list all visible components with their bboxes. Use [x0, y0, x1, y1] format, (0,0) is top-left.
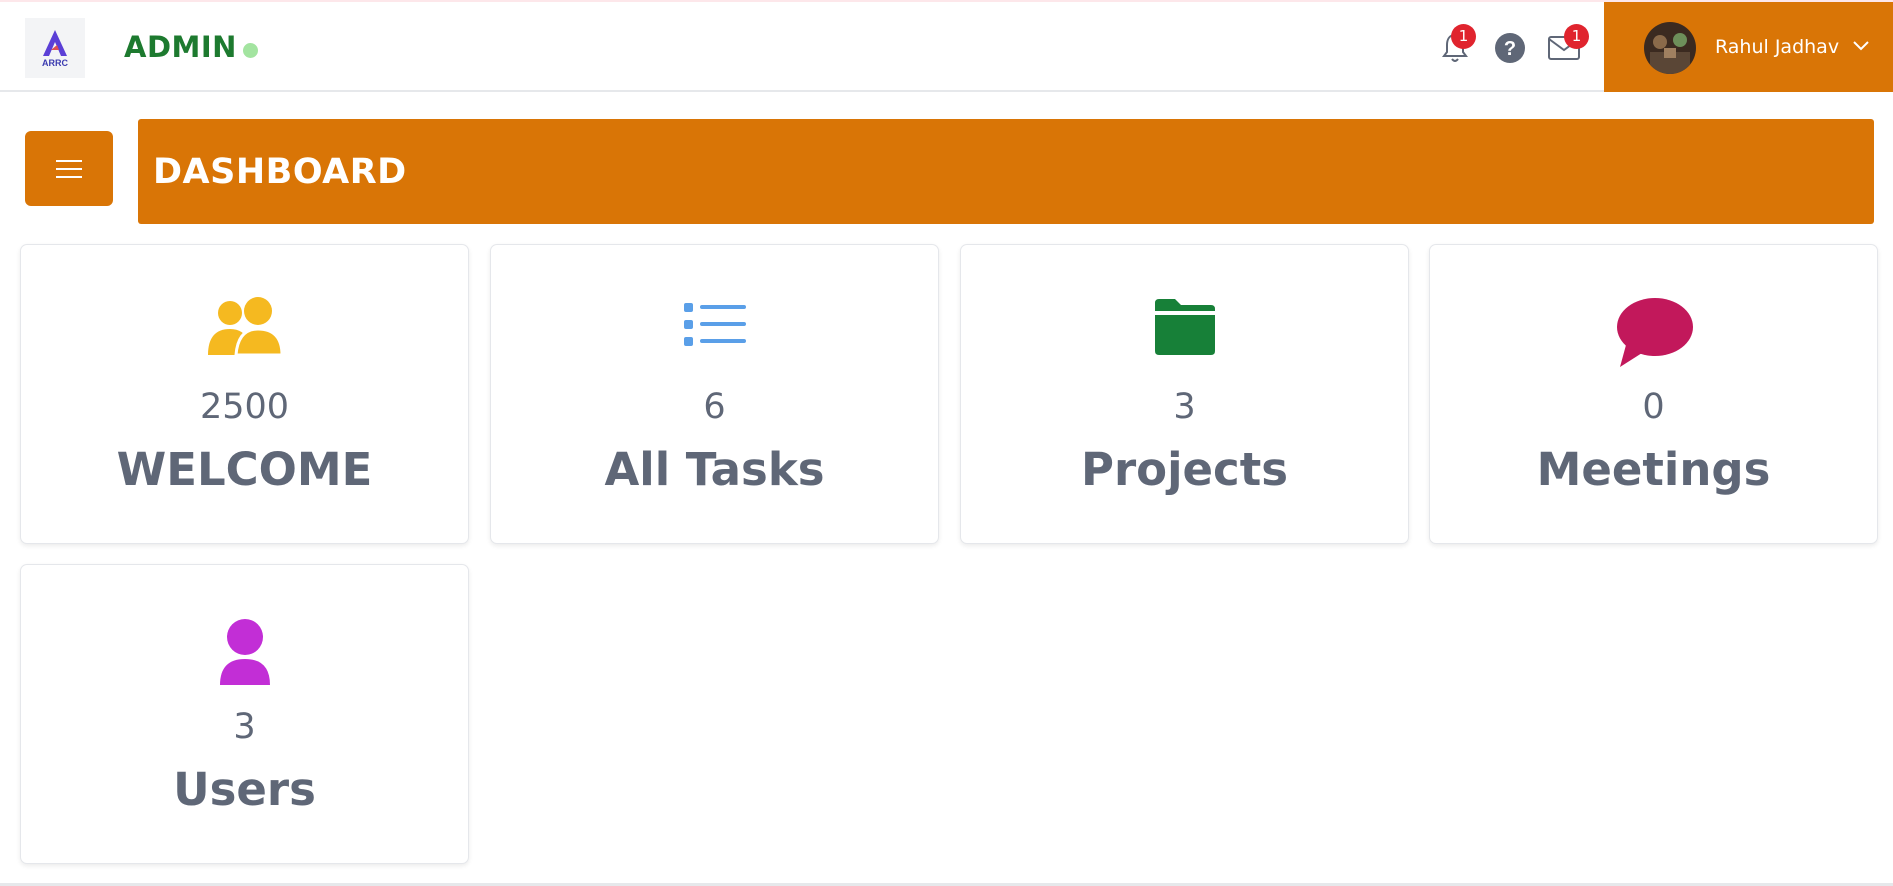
messages-badge: 1 — [1564, 24, 1589, 49]
logo-icon: ARRC — [42, 30, 68, 68]
hamburger-icon — [56, 159, 82, 178]
notifications-badge: 1 — [1451, 24, 1476, 49]
help-button[interactable]: ? — [1492, 30, 1528, 66]
card-label: All Tasks — [604, 443, 825, 496]
sidebar-toggle-button[interactable] — [25, 131, 113, 206]
notifications-button[interactable]: 1 — [1437, 24, 1476, 66]
projects-card[interactable]: 3 Projects — [960, 244, 1409, 544]
card-label: Projects — [1080, 443, 1288, 496]
welcome-card[interactable]: 2500 WELCOME — [20, 244, 469, 544]
folder-icon — [1154, 299, 1215, 355]
page-header: DASHBOARD — [138, 119, 1874, 224]
card-label: WELCOME — [116, 443, 373, 496]
user-icon — [219, 619, 270, 685]
card-count: 6 — [703, 387, 726, 427]
online-status-dot — [243, 43, 258, 58]
chat-bubble-icon — [1616, 298, 1693, 367]
users-icon — [207, 297, 284, 357]
help-glyph: ? — [1504, 38, 1516, 60]
chevron-down-icon — [1853, 41, 1869, 51]
card-count: 0 — [1642, 387, 1665, 427]
logo-text: ARRC — [42, 58, 68, 68]
brand-title: ADMIN — [124, 30, 237, 64]
user-name: Rahul Jadhav — [1715, 36, 1840, 58]
card-label: Meetings — [1536, 443, 1771, 496]
users-card[interactable]: 3 Users — [20, 564, 469, 864]
card-label: Users — [173, 763, 316, 816]
card-count: 2500 — [199, 387, 290, 427]
app-logo[interactable]: ARRC — [25, 18, 85, 78]
card-count: 3 — [233, 707, 256, 747]
user-menu[interactable]: Rahul Jadhav — [1604, 2, 1893, 92]
help-icon: ? — [1495, 33, 1525, 63]
page-title: DASHBOARD — [153, 152, 407, 192]
list-icon — [683, 303, 746, 346]
avatar — [1644, 22, 1696, 74]
top-navbar: ARRC ADMIN 1 ? 1 Rahul Jadhav — [0, 0, 1893, 92]
messages-button[interactable]: 1 — [1546, 24, 1589, 66]
meetings-card[interactable]: 0 Meetings — [1429, 244, 1878, 544]
all-tasks-card[interactable]: 6 All Tasks — [490, 244, 939, 544]
card-count: 3 — [1173, 387, 1196, 427]
